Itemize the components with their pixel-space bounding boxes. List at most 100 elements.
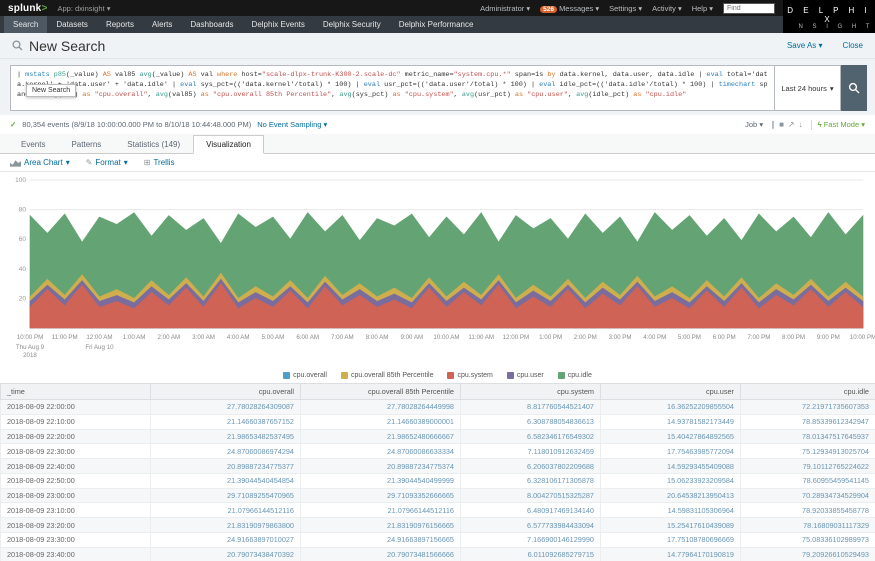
tab-visualization[interactable]: Visualization bbox=[193, 135, 264, 154]
time-cell[interactable]: 2018-08-09 22:40:00 bbox=[1, 459, 151, 474]
value-cell[interactable]: 21.07966144512116 bbox=[151, 503, 301, 518]
column-header-cpu-overall-85th-percentile[interactable]: cpu.overall 85th Percentile bbox=[301, 384, 461, 400]
value-cell[interactable]: 6.577733984433094 bbox=[461, 518, 601, 533]
value-cell[interactable]: 21.83190976156665 bbox=[301, 518, 461, 533]
value-cell[interactable]: 6.582346176549302 bbox=[461, 429, 601, 444]
value-cell[interactable]: 78.92033855458778 bbox=[741, 503, 875, 518]
value-cell[interactable]: 15.40427864892565 bbox=[601, 429, 741, 444]
time-cell[interactable]: 2018-08-09 22:30:00 bbox=[1, 444, 151, 459]
value-cell[interactable]: 20.89887234775374 bbox=[301, 459, 461, 474]
value-cell[interactable]: 78.60955459541145 bbox=[741, 473, 875, 488]
nav-item-delphix-security[interactable]: Delphix Security bbox=[314, 16, 390, 33]
value-cell[interactable]: 21.98653482537495 bbox=[151, 429, 301, 444]
tab-statistics-149[interactable]: Statistics (149) bbox=[114, 135, 193, 154]
time-cell[interactable]: 2018-08-09 22:50:00 bbox=[1, 473, 151, 488]
column-header-cpu-overall[interactable]: cpu.overall bbox=[151, 384, 301, 400]
column-header-time[interactable]: _time bbox=[1, 384, 151, 400]
legend-item-cpu-overall-85th-percentile[interactable]: cpu.overall 85th Percentile bbox=[341, 372, 434, 379]
value-cell[interactable]: 8.004270515325287 bbox=[461, 488, 601, 503]
value-cell[interactable]: 29.71093352666665 bbox=[301, 488, 461, 503]
column-header-cpu-user[interactable]: cpu.user bbox=[601, 384, 741, 400]
value-cell[interactable]: 6.206037802209688 bbox=[461, 459, 601, 474]
value-cell[interactable]: 15.06233923209584 bbox=[601, 473, 741, 488]
time-cell[interactable]: 2018-08-09 22:00:00 bbox=[1, 400, 151, 415]
value-cell[interactable]: 14.77964170190819 bbox=[601, 547, 741, 561]
legend-item-cpu-overall[interactable]: cpu.overall bbox=[283, 372, 327, 379]
value-cell[interactable]: 16.36252209855504 bbox=[601, 400, 741, 415]
value-cell[interactable]: 14.59831105306964 bbox=[601, 503, 741, 518]
stop-icon[interactable]: ■ bbox=[777, 120, 786, 129]
value-cell[interactable]: 17.75463985772094 bbox=[601, 444, 741, 459]
column-header-cpu-idle[interactable]: cpu.idle bbox=[741, 384, 875, 400]
time-cell[interactable]: 2018-08-09 23:00:00 bbox=[1, 488, 151, 503]
user-menu[interactable]: Administrator ▾ bbox=[480, 4, 530, 13]
find-input[interactable] bbox=[723, 3, 775, 14]
trellis-button[interactable]: ⊞ Trellis bbox=[144, 158, 175, 167]
value-cell[interactable]: 8.817760544521407 bbox=[461, 400, 601, 415]
search-query-input[interactable]: | mstats p85(_value) AS val85 avg(_value… bbox=[10, 65, 775, 111]
value-cell[interactable]: 24.87060086633334 bbox=[301, 444, 461, 459]
nav-item-search[interactable]: Search bbox=[4, 16, 47, 33]
column-header-cpu-system[interactable]: cpu.system bbox=[461, 384, 601, 400]
value-cell[interactable]: 20.64538213950413 bbox=[601, 488, 741, 503]
event-sampling-menu[interactable]: No Event Sampling ▾ bbox=[257, 120, 327, 129]
value-cell[interactable]: 6.308788054836613 bbox=[461, 414, 601, 429]
legend-item-cpu-system[interactable]: cpu.system bbox=[447, 372, 492, 379]
value-cell[interactable]: 24.91663897156665 bbox=[301, 533, 461, 548]
value-cell[interactable]: 24.87060086974294 bbox=[151, 444, 301, 459]
value-cell[interactable]: 21.98652480666667 bbox=[301, 429, 461, 444]
value-cell[interactable]: 79.10112765224622 bbox=[741, 459, 875, 474]
nav-item-delphix-performance[interactable]: Delphix Performance bbox=[390, 16, 483, 33]
value-cell[interactable]: 21.14660389000001 bbox=[301, 414, 461, 429]
time-range-picker[interactable]: Last 24 hours ▾ bbox=[775, 65, 841, 111]
export-icon[interactable]: ↓ bbox=[797, 120, 805, 129]
value-cell[interactable]: 21.83190979863800 bbox=[151, 518, 301, 533]
app-context-menu[interactable]: App: dxinsight ▾ bbox=[57, 4, 110, 13]
chart-type-selector[interactable]: Area Chart ▾ bbox=[10, 158, 70, 167]
area-chart-canvas[interactable]: 2040608010010:00 PM11:00 PM12:00 AM1:00 … bbox=[0, 172, 875, 368]
area-chart[interactable]: 2040608010010:00 PM11:00 PM12:00 AM1:00 … bbox=[0, 172, 875, 368]
time-cell[interactable]: 2018-08-09 23:40:00 bbox=[1, 547, 151, 561]
value-cell[interactable]: 6.011092685279715 bbox=[461, 547, 601, 561]
time-cell[interactable]: 2018-08-09 23:10:00 bbox=[1, 503, 151, 518]
value-cell[interactable]: 27.78028264449998 bbox=[301, 400, 461, 415]
settings-menu[interactable]: Settings ▾ bbox=[609, 4, 642, 13]
value-cell[interactable]: 24.91663897010027 bbox=[151, 533, 301, 548]
value-cell[interactable]: 21.39044540499999 bbox=[301, 473, 461, 488]
value-cell[interactable]: 75.08336102989973 bbox=[741, 533, 875, 548]
nav-item-alerts[interactable]: Alerts bbox=[143, 16, 181, 33]
help-menu[interactable]: Help ▾ bbox=[692, 4, 713, 13]
value-cell[interactable]: 21.39044540454854 bbox=[151, 473, 301, 488]
tab-events[interactable]: Events bbox=[8, 135, 58, 154]
value-cell[interactable]: 20.89887234775377 bbox=[151, 459, 301, 474]
value-cell[interactable]: 72.21971735607353 bbox=[741, 400, 875, 415]
nav-item-reports[interactable]: Reports bbox=[97, 16, 143, 33]
nav-item-delphix-events[interactable]: Delphix Events bbox=[243, 16, 314, 33]
share-icon[interactable]: ↗ bbox=[786, 120, 797, 129]
value-cell[interactable]: 78.16809031117329 bbox=[741, 518, 875, 533]
value-cell[interactable]: 29.71089255470965 bbox=[151, 488, 301, 503]
value-cell[interactable]: 21.14660387657152 bbox=[151, 414, 301, 429]
value-cell[interactable]: 6.480917469134140 bbox=[461, 503, 601, 518]
time-cell[interactable]: 2018-08-09 23:30:00 bbox=[1, 533, 151, 548]
nav-item-dashboards[interactable]: Dashboards bbox=[181, 16, 242, 33]
time-cell[interactable]: 2018-08-09 22:10:00 bbox=[1, 414, 151, 429]
pause-icon[interactable]: ∥ bbox=[769, 120, 777, 129]
value-cell[interactable]: 14.59293455409088 bbox=[601, 459, 741, 474]
close-button[interactable]: Close bbox=[843, 41, 863, 50]
value-cell[interactable]: 6.328106171305878 bbox=[461, 473, 601, 488]
value-cell[interactable]: 7.118010912632459 bbox=[461, 444, 601, 459]
value-cell[interactable]: 75.12934913025704 bbox=[741, 444, 875, 459]
legend-item-cpu-user[interactable]: cpu.user bbox=[507, 372, 544, 379]
value-cell[interactable]: 20.79073438470392 bbox=[151, 547, 301, 561]
legend-item-cpu-idle[interactable]: cpu.idle bbox=[558, 372, 592, 379]
value-cell[interactable]: 70.28934734529904 bbox=[741, 488, 875, 503]
value-cell[interactable]: 7.166900146129990 bbox=[461, 533, 601, 548]
format-menu[interactable]: ✎ Format ▾ bbox=[86, 158, 128, 167]
value-cell[interactable]: 21.07966144512116 bbox=[301, 503, 461, 518]
value-cell[interactable]: 17.75108780696669 bbox=[601, 533, 741, 548]
activity-menu[interactable]: Activity ▾ bbox=[652, 4, 682, 13]
job-menu[interactable]: Job ▾ bbox=[745, 120, 763, 129]
save-as-menu[interactable]: Save As ▾ bbox=[787, 41, 823, 50]
value-cell[interactable]: 20.79073481566666 bbox=[301, 547, 461, 561]
